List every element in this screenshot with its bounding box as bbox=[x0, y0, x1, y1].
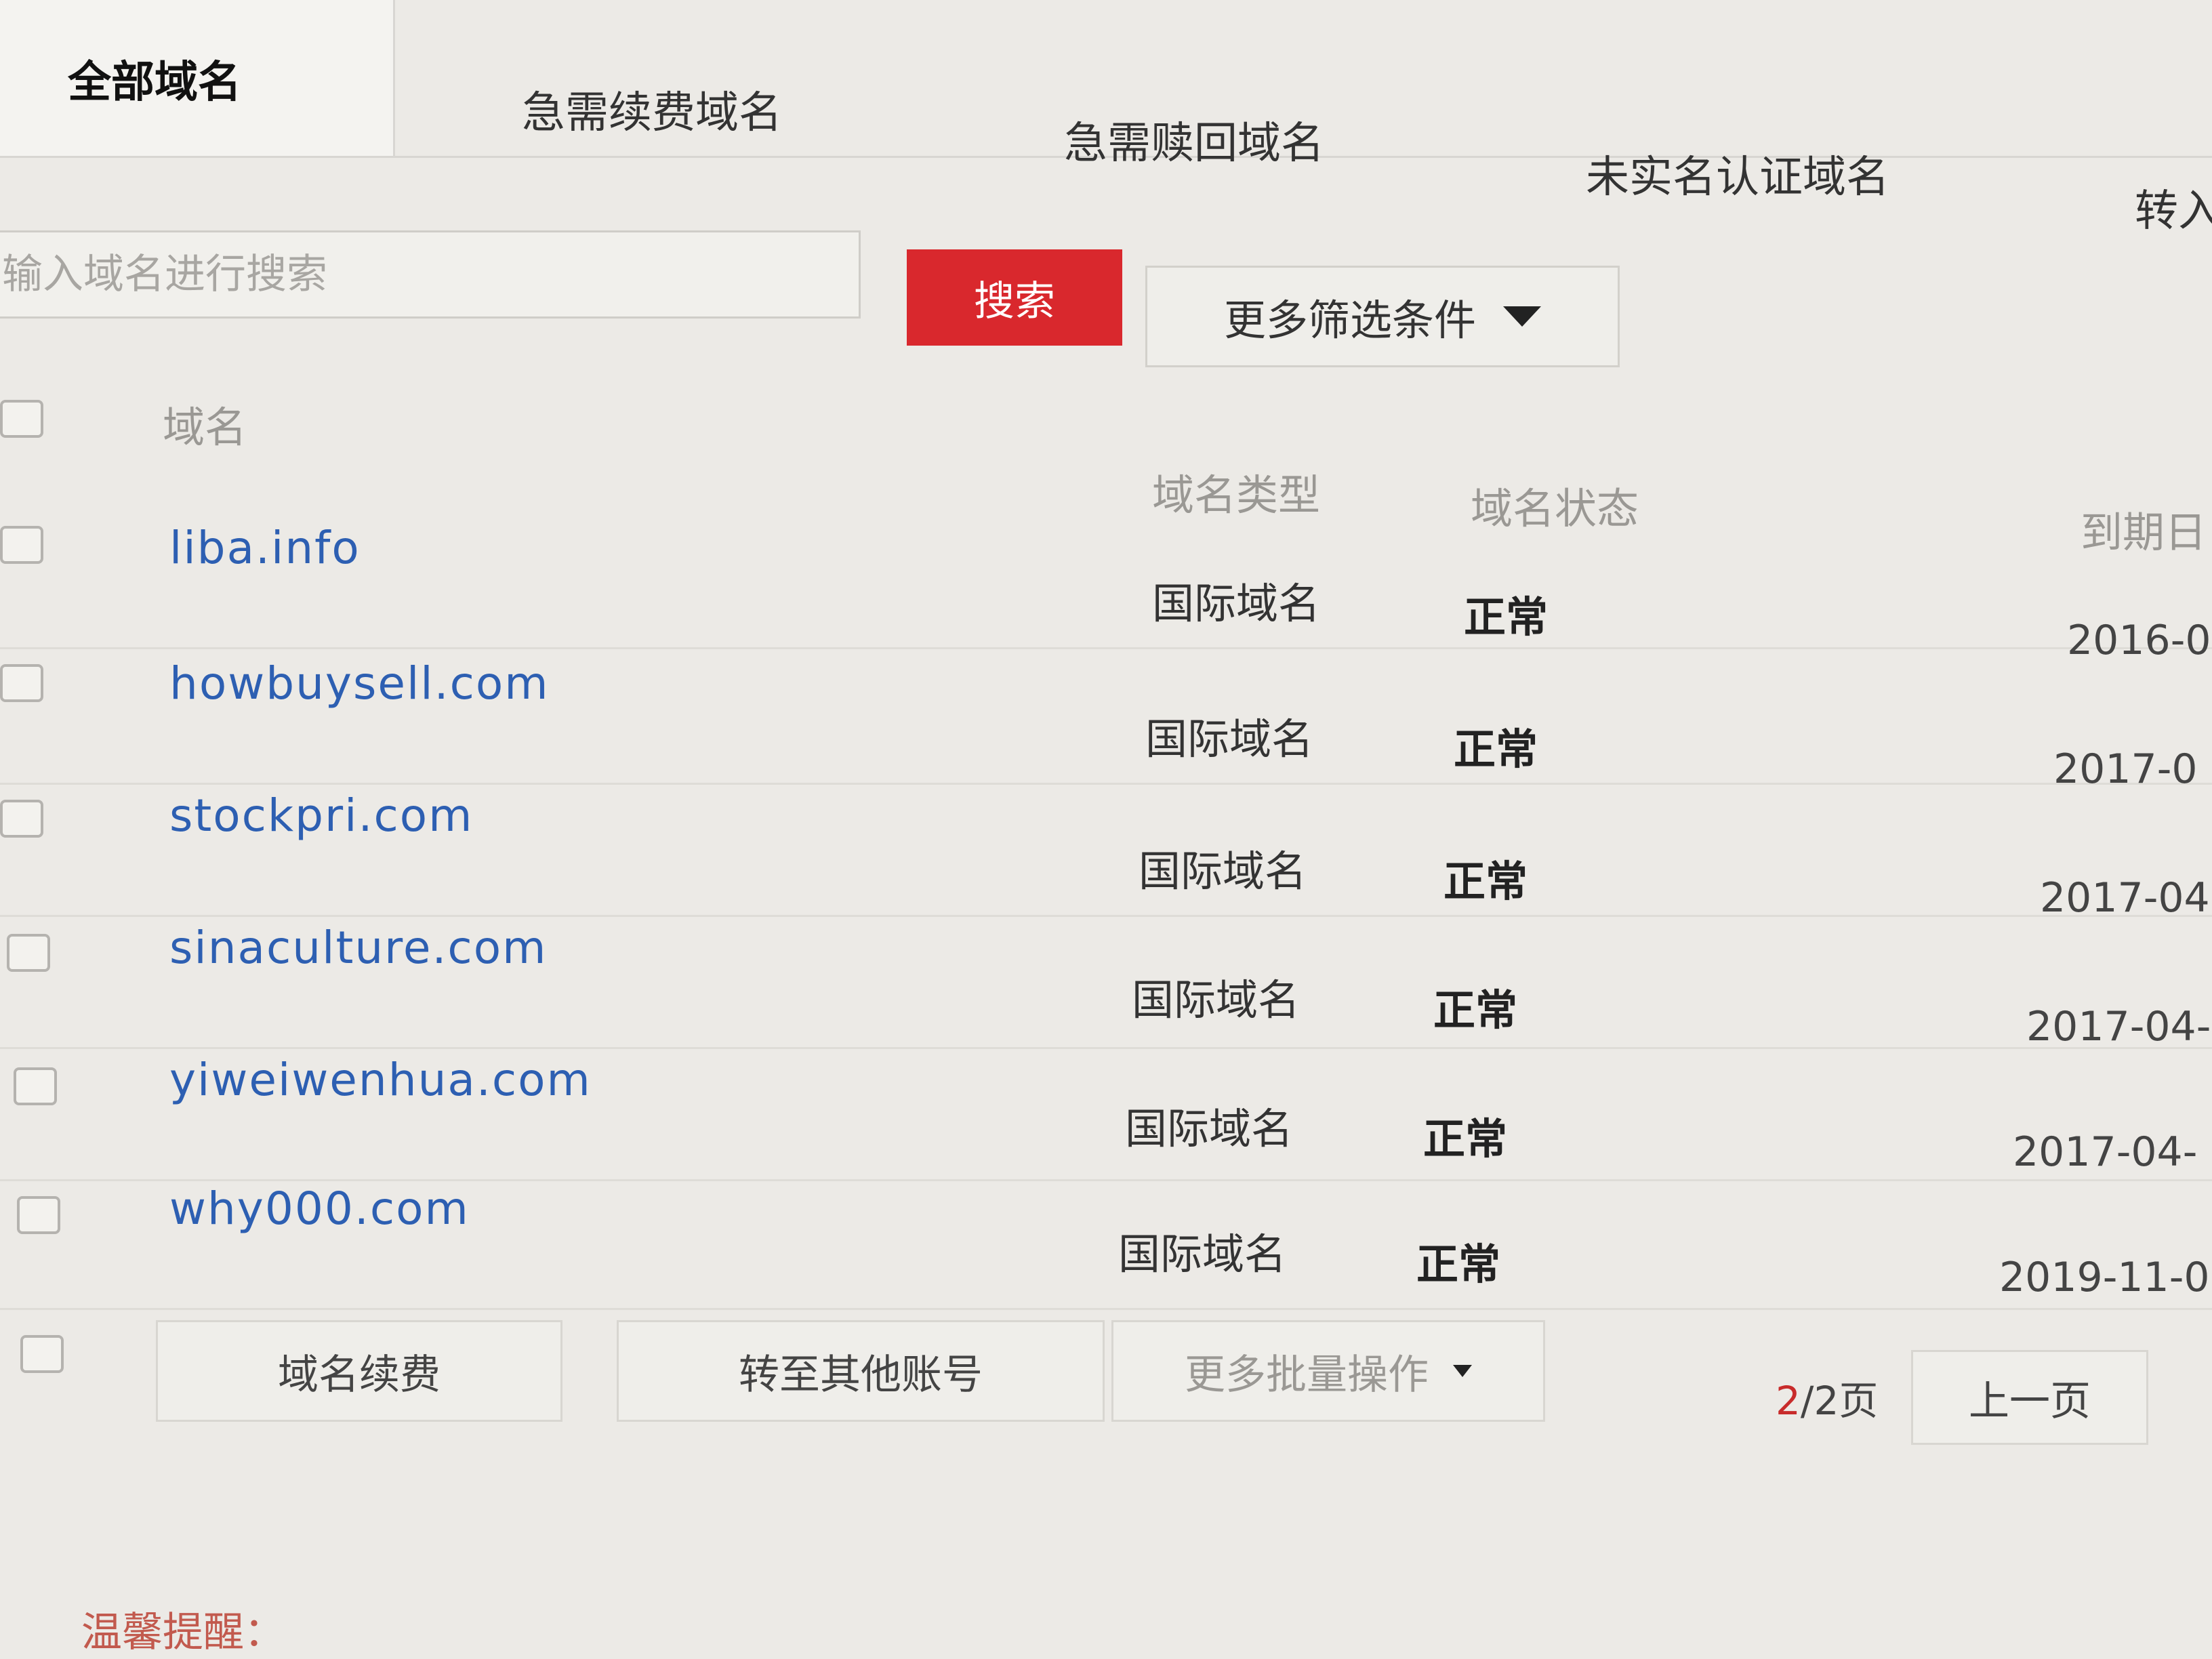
row-checkbox[interactable] bbox=[7, 934, 50, 972]
tab-renewal-needed[interactable]: 急需续费域名 bbox=[522, 78, 782, 140]
page-indicator: 2/2页 bbox=[1776, 1369, 1878, 1426]
row-checkbox[interactable] bbox=[0, 526, 43, 564]
domain-link[interactable]: howbuysell.com bbox=[169, 657, 550, 710]
expiry-date: 2017-04- bbox=[2013, 1128, 2198, 1176]
table-row[interactable]: stockpri.com 国际域名 正常 2017-04 bbox=[0, 783, 2212, 922]
row-checkbox[interactable] bbox=[0, 800, 43, 838]
total-pages: /2页 bbox=[1800, 1378, 1879, 1424]
table-row[interactable]: why000.com 国际域名 正常 2019-11-0 bbox=[0, 1176, 2212, 1310]
domain-type: 国际域名 bbox=[1139, 846, 1307, 896]
more-filters-button[interactable]: 更多筛选条件 bbox=[1145, 266, 1620, 367]
expiry-date: 2017-04- bbox=[2026, 1003, 2211, 1050]
tab-renewal-needed-label: 急需续费域名 bbox=[522, 88, 782, 138]
domain-status: 正常 bbox=[1454, 724, 1538, 774]
current-page: 2 bbox=[1776, 1378, 1801, 1424]
more-batch-actions-button[interactable]: 更多批量操作 bbox=[1111, 1320, 1545, 1422]
select-all-checkbox[interactable] bbox=[0, 400, 43, 438]
search-button[interactable]: 搜索 bbox=[907, 249, 1122, 346]
transfer-account-button[interactable]: 转至其他账号 bbox=[617, 1320, 1105, 1422]
caret-down-icon bbox=[1453, 1365, 1472, 1377]
domain-link[interactable]: why000.com bbox=[169, 1183, 470, 1235]
table-row[interactable]: yiweiwenhua.com 国际域名 正常 2017-04- bbox=[0, 1047, 2212, 1181]
domain-type: 国际域名 bbox=[1118, 1229, 1287, 1279]
tab-bar: 全部域名 急需续费域名 急需赎回域名 未实名认证域名 转入 bbox=[0, 0, 2212, 237]
column-header-type: 域名类型 bbox=[1152, 470, 1321, 520]
domain-type: 国际域名 bbox=[1152, 579, 1321, 628]
domain-status: 正常 bbox=[1433, 985, 1518, 1035]
tab-redemption-needed-label: 急需赎回域名 bbox=[1064, 119, 1324, 169]
tab-all-domains[interactable]: 全部域名 bbox=[0, 0, 395, 156]
caret-down-icon bbox=[1503, 306, 1541, 327]
domain-link[interactable]: sinaculture.com bbox=[169, 922, 547, 974]
expiry-date: 2019-11-0 bbox=[1999, 1254, 2210, 1301]
search-input[interactable] bbox=[0, 230, 861, 319]
tab-unverified-label: 未实名认证域名 bbox=[1586, 152, 1889, 203]
row-checkbox[interactable] bbox=[0, 664, 43, 702]
batch-actions: 域名续费 转至其他账号 更多批量操作 2/2页 上一页 bbox=[0, 1308, 2212, 1445]
more-filters-label: 更多筛选条件 bbox=[1223, 295, 1476, 345]
domain-link[interactable]: liba.info bbox=[169, 522, 361, 574]
domain-link[interactable]: yiweiwenhua.com bbox=[169, 1054, 592, 1106]
domain-link[interactable]: stockpri.com bbox=[169, 790, 473, 842]
domain-status: 正常 bbox=[1443, 857, 1528, 906]
search-row: 搜索 更多筛选条件 bbox=[0, 203, 2212, 367]
table-row[interactable]: sinaculture.com 国际域名 正常 2017-04- bbox=[0, 915, 2212, 1050]
domain-type: 国际域名 bbox=[1125, 1104, 1294, 1153]
domain-status: 正常 bbox=[1416, 1240, 1501, 1289]
table-row[interactable]: howbuysell.com 国际域名 正常 2017-0 bbox=[0, 651, 2212, 793]
row-checkbox[interactable] bbox=[14, 1067, 57, 1105]
renew-domains-button[interactable]: 域名续费 bbox=[156, 1320, 562, 1422]
domain-status: 正常 bbox=[1464, 592, 1549, 642]
bulk-select-checkbox[interactable] bbox=[20, 1335, 64, 1373]
previous-page-button[interactable]: 上一页 bbox=[1911, 1350, 2148, 1445]
row-checkbox[interactable] bbox=[17, 1196, 60, 1234]
tab-redemption-needed[interactable]: 急需赎回域名 bbox=[1064, 108, 1324, 171]
column-header-domain: 域名 bbox=[163, 403, 247, 452]
table-row[interactable]: liba.info 国际域名 正常 2016-0 bbox=[0, 515, 2212, 664]
domain-type: 国际域名 bbox=[1132, 975, 1300, 1025]
domain-type: 国际域名 bbox=[1145, 714, 1314, 764]
tab-all-domains-label: 全部域名 bbox=[68, 58, 241, 108]
tab-unverified[interactable]: 未实名认证域名 bbox=[1586, 142, 1889, 205]
more-batch-actions-label: 更多批量操作 bbox=[1185, 1351, 1429, 1399]
domain-status: 正常 bbox=[1423, 1114, 1508, 1164]
tip-title: 温馨提醒： bbox=[81, 1609, 285, 1656]
